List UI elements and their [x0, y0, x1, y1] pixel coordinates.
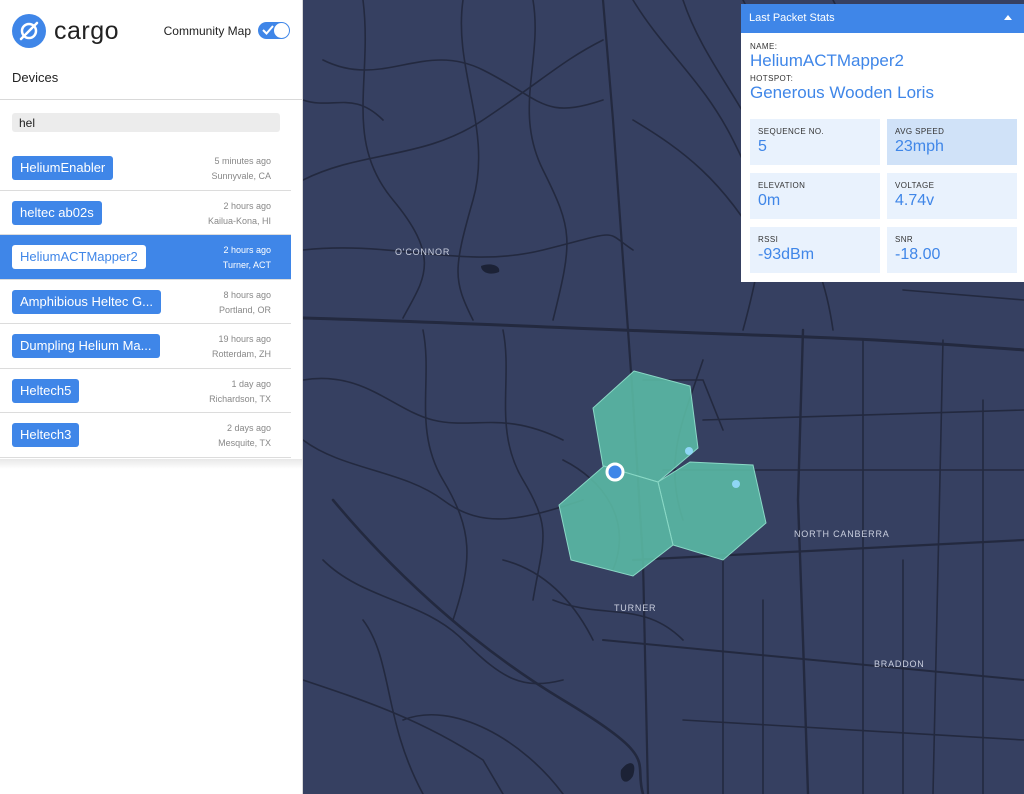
stats-identity: NAME: HeliumACTMapper2 HOTSPOT: Generous… — [750, 42, 934, 103]
hotspot-dot[interactable] — [732, 480, 740, 488]
sequence-label: SEQUENCE NO. — [758, 127, 825, 136]
device-time: 2 days ago — [226, 423, 271, 433]
sidebar: cargo Community Map Devices HeliumEnable… — [0, 0, 303, 794]
community-map-toggle-row: Community Map — [164, 22, 290, 39]
device-time: 5 minutes ago — [214, 156, 271, 166]
map-label-north-canberra: NORTH CANBERRA — [794, 529, 890, 539]
hotspot-dot[interactable] — [685, 447, 693, 455]
hotspot-label: HOTSPOT: — [750, 74, 794, 83]
stats-title: Last Packet Stats — [749, 12, 835, 24]
device-name: Dumpling Helium Ma... — [12, 334, 160, 358]
sequence-value: 5 — [758, 138, 767, 155]
device-location: Turner, ACT — [222, 260, 271, 270]
community-map-toggle[interactable] — [258, 22, 290, 39]
map-label-oconnor: O'CONNOR — [395, 247, 451, 257]
snr-value: -18.00 — [895, 246, 941, 263]
speed-box: AVG SPEED 23mph — [887, 119, 1017, 165]
device-item[interactable]: Amphibious Heltec G... 8 hours ago Portl… — [0, 279, 291, 324]
logo[interactable]: cargo — [12, 13, 119, 49]
rssi-value: -93dBm — [758, 246, 815, 263]
helium-logo-icon — [12, 14, 46, 48]
device-location: Rotterdam, ZH — [211, 349, 271, 359]
elevation-value: 0m — [758, 192, 781, 209]
device-item-selected[interactable]: HeliumACTMapper2 2 hours ago Turner, ACT — [0, 235, 291, 280]
map-label-braddon: BRADDON — [874, 659, 925, 669]
snr-label: SNR — [895, 235, 914, 244]
divider — [0, 99, 302, 100]
device-name: Amphibious Heltec G... — [12, 289, 161, 314]
toggle-knob — [274, 23, 289, 38]
device-name: HeliumEnabler — [12, 156, 114, 180]
community-map-label: Community Map — [163, 23, 251, 38]
device-item[interactable]: heltec ab02s 2 hours ago Kailua-Kona, HI — [0, 190, 291, 235]
device-time: 2 hours ago — [223, 200, 271, 211]
snr-box: SNR -18.00 — [887, 227, 1017, 273]
check-icon — [262, 25, 274, 35]
device-location: Richardson, TX — [209, 393, 271, 404]
device-location: Portland, OR — [218, 304, 271, 315]
rssi-box: RSSI -93dBm — [750, 227, 880, 273]
speed-label: AVG SPEED — [895, 127, 945, 136]
name-label: NAME: — [750, 42, 778, 51]
voltage-label: VOLTAGE — [895, 181, 935, 190]
device-marker[interactable] — [605, 462, 625, 482]
voltage-value: 4.74v — [895, 192, 935, 209]
device-list: HeliumEnabler 5 minutes ago Sunnyvale, C… — [0, 146, 291, 458]
collapse-caret-icon[interactable] — [1004, 15, 1012, 20]
map-label-turner: TURNER — [614, 603, 657, 613]
device-name: Heltech5 — [12, 378, 80, 403]
devices-heading: Devices — [12, 70, 59, 85]
speed-value: 23mph — [895, 138, 944, 155]
coverage-hex[interactable] — [657, 461, 767, 561]
rssi-label: RSSI — [758, 235, 779, 244]
stats-header[interactable]: Last Packet Stats — [741, 4, 1024, 33]
device-location: Mesquite, TX — [218, 438, 271, 448]
device-location: Kailua-Kona, HI — [207, 215, 271, 226]
device-name: HeliumACTMapper2 — [12, 245, 146, 269]
device-name: heltec ab02s — [12, 200, 102, 225]
device-item[interactable]: Heltech5 1 day ago Richardson, TX — [0, 368, 291, 413]
search-input[interactable] — [12, 113, 280, 132]
app-name: cargo — [54, 16, 120, 45]
device-item[interactable]: HeliumEnabler 5 minutes ago Sunnyvale, C… — [0, 146, 291, 191]
device-name-value: HeliumACTMapper2 — [750, 51, 904, 70]
device-time: 19 hours ago — [218, 334, 271, 344]
elevation-label: ELEVATION — [758, 181, 806, 190]
device-item[interactable]: Dumpling Helium Ma... 19 hours ago Rotte… — [0, 324, 291, 369]
device-time: 8 hours ago — [223, 289, 271, 300]
device-time: 1 day ago — [231, 378, 271, 389]
device-name: Heltech3 — [12, 423, 80, 447]
device-item[interactable]: Heltech3 2 days ago Mesquite, TX — [0, 413, 291, 458]
elevation-box: ELEVATION 0m — [750, 173, 880, 219]
sequence-box: SEQUENCE NO. 5 — [750, 119, 880, 165]
hotspot-value: Generous Wooden Loris — [750, 83, 934, 102]
device-location: Sunnyvale, CA — [211, 171, 271, 181]
voltage-box: VOLTAGE 4.74v — [887, 173, 1017, 219]
list-shadow — [0, 459, 302, 469]
last-packet-stats-panel: Last Packet Stats NAME: HeliumACTMapper2… — [741, 4, 1024, 282]
device-time: 2 hours ago — [223, 245, 271, 255]
